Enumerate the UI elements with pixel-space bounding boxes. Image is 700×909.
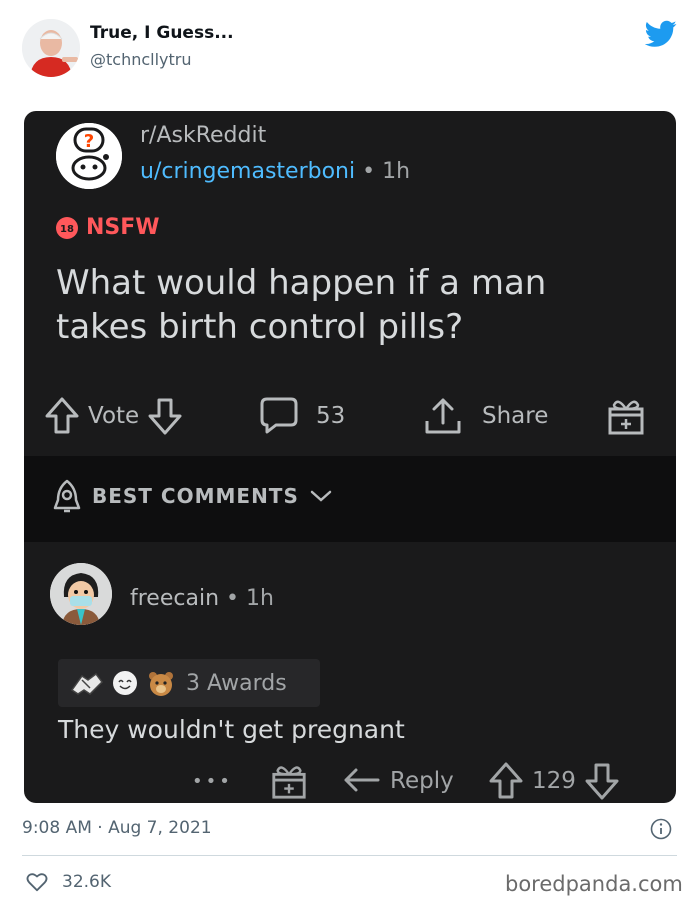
share-button[interactable]: Share — [422, 391, 548, 441]
watermark: boredpanda.com — [505, 872, 683, 896]
share-icon — [425, 398, 461, 434]
post-meta: u/cringemasterboni • 1h — [140, 159, 410, 184]
upvote-icon[interactable] — [44, 396, 80, 436]
reply-label: Reply — [390, 768, 454, 794]
post-separator: • — [355, 159, 383, 184]
nsfw-tag: 18 NSFW — [56, 215, 160, 240]
sort-selector[interactable]: BEST COMMENTS — [52, 478, 333, 514]
comment-bubble-icon — [260, 397, 298, 434]
post-author[interactable]: u/cringemasterboni — [140, 159, 355, 184]
gift-icon — [272, 766, 306, 799]
comments-sort-bar: BEST COMMENTS — [24, 456, 676, 542]
comment-score: 129 — [532, 768, 576, 794]
post-time: 1h — [382, 159, 411, 184]
chevron-down-icon — [310, 490, 332, 502]
svg-text:?: ? — [84, 131, 94, 152]
comment-vote-control: 129 — [488, 756, 620, 803]
commenter-avatar[interactable] — [50, 563, 112, 625]
bear-award-icon — [149, 672, 173, 696]
subreddit-icon[interactable]: ? — [56, 123, 122, 189]
author-avatar[interactable] — [22, 19, 80, 77]
rocket-icon — [53, 479, 81, 513]
like-count[interactable]: 32.6K — [62, 872, 111, 892]
wholesome-award-icon — [113, 671, 137, 695]
comment-count: 53 — [316, 403, 346, 429]
award-button[interactable] — [606, 391, 646, 441]
comment-award-button[interactable] — [270, 756, 308, 803]
comment-separator: • — [219, 586, 246, 611]
vote-control: Vote — [44, 391, 183, 441]
downvote-icon[interactable] — [147, 396, 183, 436]
post-actions: Vote 53 Share — [24, 391, 676, 441]
reply-button[interactable]: Reply — [342, 756, 454, 803]
commenter-name[interactable]: freecain — [130, 586, 219, 611]
share-label: Share — [482, 403, 549, 429]
tweet-timestamp[interactable]: 9:08 AM · Aug 7, 2021 — [22, 818, 212, 838]
comment-actions: ••• Reply 129 — [24, 756, 676, 802]
nsfw-badge-icon: 18 — [56, 216, 78, 239]
comment-body: They wouldn't get pregnant — [58, 715, 405, 744]
subreddit-name[interactable]: r/AskReddit — [140, 123, 266, 148]
gift-icon — [608, 400, 644, 435]
reddit-screenshot: ? r/AskReddit u/cringemasterboni • 1h 18… — [24, 111, 676, 803]
author-handle[interactable]: @tchncllytru — [90, 50, 192, 69]
comment-time: 1h — [245, 586, 274, 611]
footer-divider — [22, 855, 677, 856]
sort-label: BEST COMMENTS — [92, 484, 299, 508]
comment-meta: freecain • 1h — [130, 586, 274, 611]
comments-button[interactable]: 53 — [258, 391, 345, 441]
twitter-bird-icon[interactable] — [645, 20, 677, 48]
post-title[interactable]: What would happen if a man takes birth c… — [56, 261, 646, 349]
reply-arrow-icon — [344, 768, 380, 792]
heart-icon[interactable] — [26, 871, 48, 893]
info-icon[interactable] — [650, 818, 672, 840]
author-name[interactable]: True, I Guess... — [90, 23, 234, 43]
more-options-button[interactable]: ••• — [192, 756, 233, 803]
nsfw-label: NSFW — [86, 215, 160, 240]
upvote-icon[interactable] — [488, 761, 524, 801]
downvote-icon[interactable] — [584, 761, 620, 801]
awards-label: 3 Awards — [186, 670, 287, 696]
handshake-award-icon — [70, 672, 103, 695]
awards-pill[interactable]: 3 Awards — [58, 659, 320, 707]
vote-label: Vote — [88, 403, 140, 429]
svg-text:18: 18 — [60, 224, 74, 235]
